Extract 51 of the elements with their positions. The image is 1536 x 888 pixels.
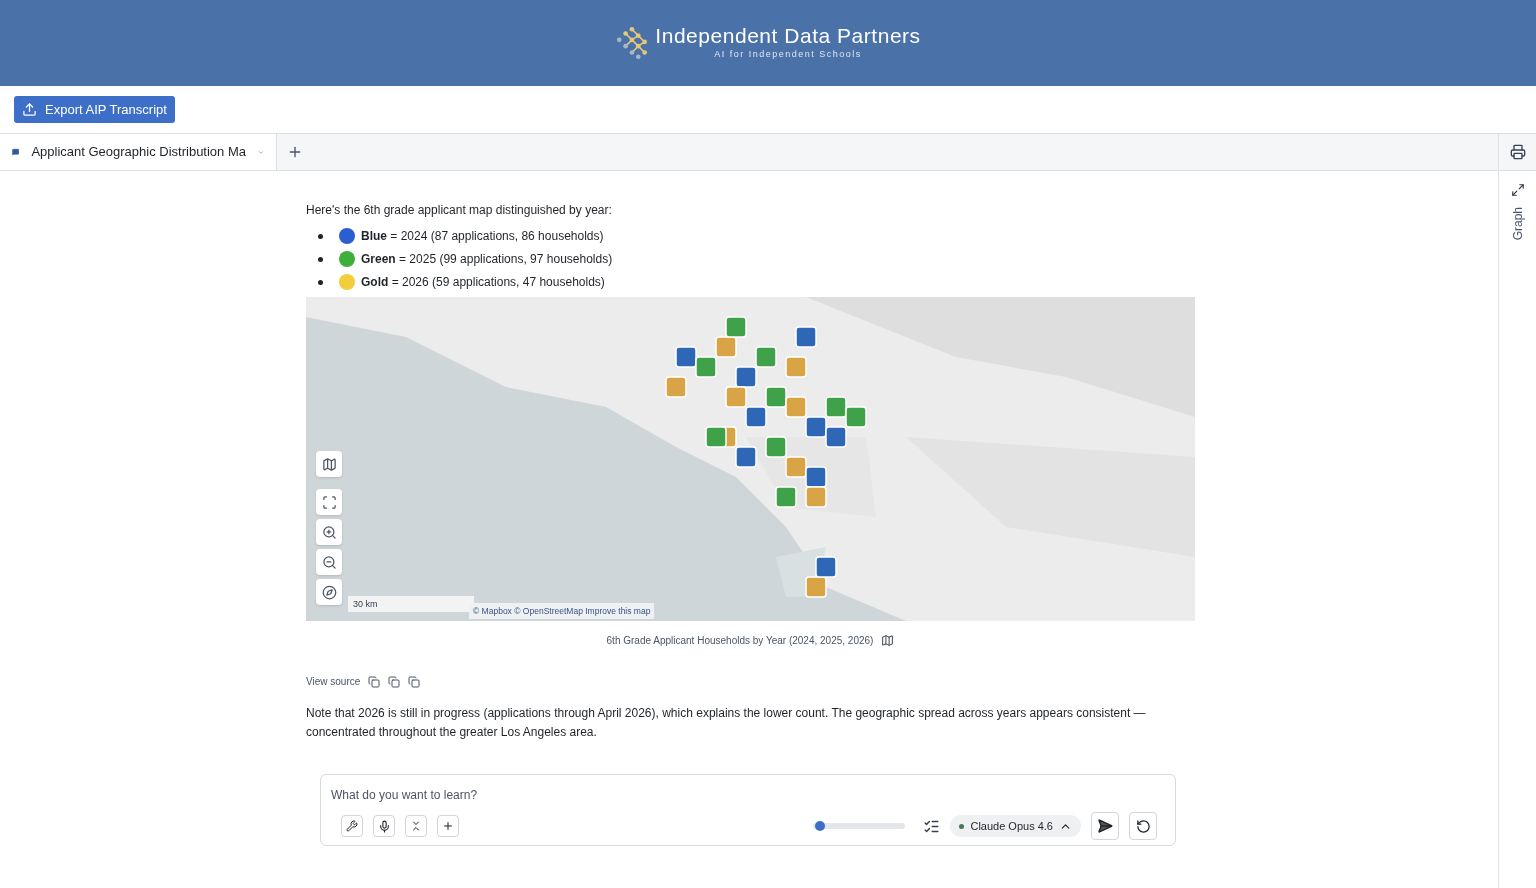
graph-panel-tab[interactable]: Graph [1508, 207, 1527, 241]
copy-icon[interactable] [368, 675, 381, 688]
send-icon [1097, 818, 1113, 834]
model-selector[interactable]: Claude Opus 4.6 [950, 815, 1081, 837]
collapse-button[interactable] [405, 815, 427, 837]
question-input[interactable]: What do you want to learn? [331, 787, 1165, 803]
upload-icon [22, 102, 37, 117]
slider-track[interactable] [813, 823, 906, 829]
map-icon[interactable] [881, 634, 895, 647]
note-text: Note that 2026 is still in progress (applications through April 2026), which explains the lower count. The geographic spread across years appears consistent — concentrated throughout the greater Los Angeles area. [306, 705, 1147, 741]
intro-text: Here's the 6th grade applicant map distinguished by year: [306, 202, 613, 219]
compass-icon [321, 584, 337, 600]
microphone-icon [377, 819, 391, 833]
export-button[interactable]: Export AIP Transcript [14, 96, 175, 123]
plus-icon [442, 820, 454, 832]
view-source-label: View source [306, 675, 361, 689]
map-caption: 6th Grade Applicant Households by Year (2024, 2025, 2026) [606, 634, 874, 648]
expand-icon[interactable] [1510, 183, 1525, 197]
legend-text: Blue = 2024 (87 applications, 86 households) [361, 228, 604, 245]
wrench-icon [346, 820, 358, 832]
print-icon[interactable] [1509, 144, 1526, 160]
brand-title: Independent Data Partners [655, 24, 921, 49]
bullet-icon [318, 256, 323, 262]
send-button[interactable] [1091, 812, 1119, 840]
reset-icon [1135, 818, 1151, 834]
reset-button[interactable] [1129, 812, 1157, 840]
map-attribution: © Mapbox © OpenStreetMap Improve this map [469, 603, 655, 619]
zoom-in-button[interactable] [316, 519, 342, 545]
tools-button[interactable] [341, 815, 363, 837]
legend-text: Gold = 2026 (59 applications, 47 households) [361, 274, 605, 291]
bullet-icon [318, 279, 323, 285]
zoom-in-icon [321, 524, 337, 540]
zoom-out-button[interactable] [316, 549, 342, 575]
brand-subtitle: AI for Independent Schools [714, 48, 862, 62]
compass-button[interactable] [316, 579, 342, 605]
map-scale: 30 km [348, 596, 474, 612]
zoom-out-icon [321, 554, 337, 570]
slider-thumb[interactable] [815, 821, 826, 831]
fit-bounds-button[interactable] [316, 489, 342, 515]
plus-icon [287, 144, 303, 160]
copy-icon[interactable] [408, 675, 421, 688]
map-icon [321, 456, 337, 472]
bullet-icon [318, 233, 323, 239]
map-layers-button[interactable] [316, 451, 342, 477]
collapse-icon [410, 820, 422, 832]
legend-text: Green = 2025 (99 applications, 97 households) [361, 251, 613, 268]
add-button[interactable] [437, 815, 459, 837]
frame-icon [321, 494, 337, 510]
copy-icon[interactable] [388, 675, 401, 688]
tab[interactable]: Applicant Geographic Distribution Ma [0, 134, 277, 170]
microphone-button[interactable] [373, 815, 395, 837]
